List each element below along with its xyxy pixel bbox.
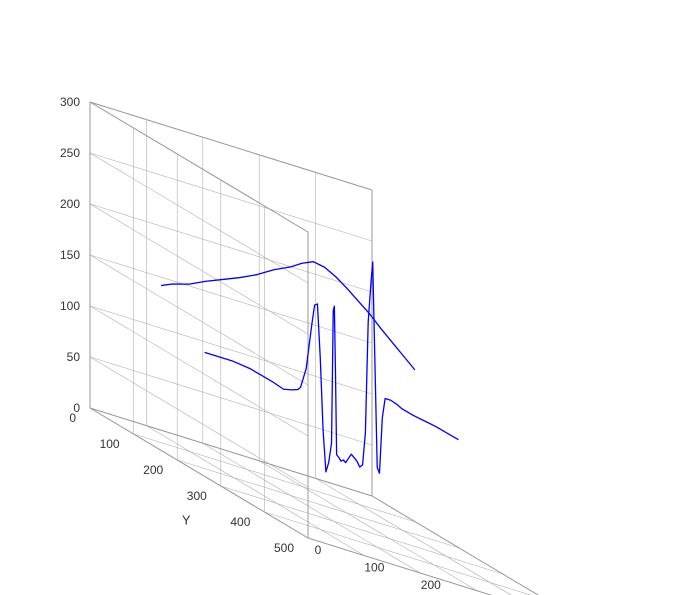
svg-text:100: 100 (100, 437, 120, 451)
svg-text:200: 200 (60, 197, 80, 211)
svg-text:200: 200 (143, 463, 163, 477)
svg-text:300: 300 (187, 489, 207, 503)
series-trace-1 (205, 262, 459, 473)
svg-text:50: 50 (67, 350, 81, 364)
svg-text:400: 400 (230, 515, 250, 529)
svg-text:250: 250 (60, 146, 80, 160)
svg-text:500: 500 (274, 541, 294, 555)
svg-text:100: 100 (60, 299, 80, 313)
chart-3d: 0501001502002503000100200300400500010020… (0, 0, 678, 595)
data-layer (161, 262, 458, 474)
svg-text:100: 100 (364, 561, 384, 575)
svg-text:0: 0 (69, 411, 76, 425)
svg-text:0: 0 (315, 543, 322, 557)
svg-text:200: 200 (421, 578, 441, 592)
svg-text:300: 300 (60, 95, 80, 109)
svg-text:Y: Y (182, 512, 191, 527)
box-layer (90, 102, 590, 595)
grid-layer (90, 102, 590, 595)
svg-text:150: 150 (60, 248, 80, 262)
series-trace-2 (161, 262, 415, 370)
plot-svg: 0501001502002503000100200300400500010020… (0, 0, 678, 595)
